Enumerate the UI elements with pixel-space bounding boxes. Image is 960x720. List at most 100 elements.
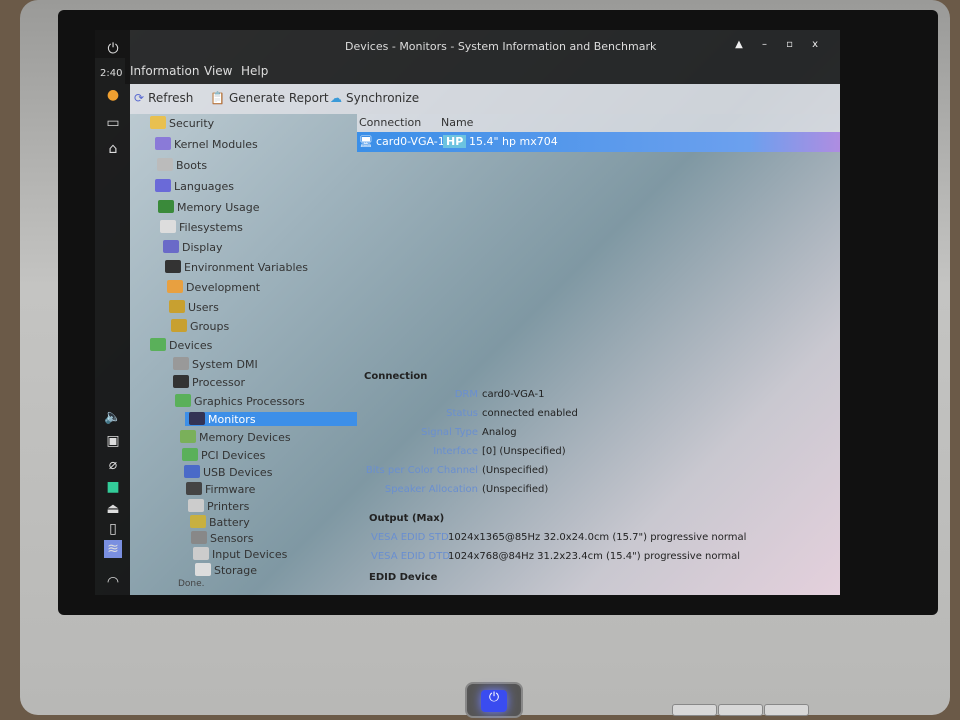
refresh-label: Refresh: [148, 91, 194, 105]
power-button[interactable]: ⏻: [465, 682, 523, 718]
sidebar-item-battery[interactable]: Battery: [190, 515, 250, 529]
sidebar-item-boots[interactable]: Boots: [157, 158, 207, 172]
hw-button-1[interactable]: [672, 704, 717, 716]
sidebar-item-label: PCI Devices: [201, 449, 266, 462]
sidebar-tree: Security Kernel Modules Boots Languages Memo…: [130, 114, 357, 584]
detail-value: (Unspecified): [482, 465, 549, 476]
graphics-processors-icon: [175, 394, 191, 407]
synchronize-button[interactable]: ☁ Synchronize: [330, 91, 419, 105]
sidebar-item-firmware[interactable]: Firmware: [186, 482, 255, 496]
sidebar-item-label: Input Devices: [212, 548, 288, 561]
title-bar: Devices - Monitors - System Information …: [95, 30, 840, 58]
speedometer-icon[interactable]: ◠: [104, 573, 122, 591]
menu-bar: Information View Help: [125, 58, 840, 84]
sidebar-item-filesystems[interactable]: Filesystems: [160, 220, 243, 234]
sidebar-item-kernel-modules[interactable]: Kernel Modules: [155, 137, 258, 151]
sidebar-item-system-dmi[interactable]: System DMI: [173, 357, 258, 371]
status-bar: Done.: [178, 579, 205, 589]
sidebar-item-pci-devices[interactable]: PCI Devices: [182, 448, 265, 462]
sidebar-item-printers[interactable]: Printers: [188, 499, 249, 513]
sidebar-item-label: Security: [169, 117, 215, 130]
sidebar-item-label: Firmware: [205, 483, 256, 496]
clock: 2:40: [100, 68, 123, 79]
output-value: 1024x1365@85Hz 32.0x24.0cm (15.7") progr…: [448, 532, 747, 543]
sidebar-item-label: Users: [188, 301, 219, 314]
menu-information[interactable]: Information: [130, 64, 199, 78]
list-header: Connection Name: [357, 114, 840, 132]
detail-key: Status: [446, 408, 478, 419]
detail-value: [0] (Unspecified): [482, 446, 566, 457]
sidebar-item-label: System DMI: [192, 358, 258, 371]
sysinfo-icon[interactable]: ⌂: [104, 140, 122, 158]
clipboard-icon: 📋: [210, 91, 225, 105]
column-connection[interactable]: Connection: [359, 116, 421, 129]
row-name: 15.4" hp mx704: [469, 135, 558, 148]
monitor-list: Connection Name 🖥 card0-VGA-1 HP 15.4" h…: [357, 114, 840, 364]
package-icon[interactable]: ■: [104, 478, 122, 496]
window-controls[interactable]: ▲ – ▫ x: [735, 39, 826, 50]
sidebar-item-monitors[interactable]: Monitors: [185, 412, 357, 426]
detail-key: Speaker Allocation: [384, 484, 478, 495]
sidebar-item-label: Sensors: [210, 532, 254, 545]
sidebar-item-development[interactable]: Development: [167, 280, 260, 294]
eject-icon[interactable]: ⏏: [104, 500, 122, 518]
sidebar-item-security[interactable]: Security: [150, 116, 214, 130]
hw-button-3[interactable]: [764, 704, 809, 716]
files-icon[interactable]: ▭: [104, 114, 122, 132]
security-icon: [150, 116, 166, 129]
environment-variables-icon: [165, 260, 181, 273]
input-devices-icon: [193, 547, 209, 560]
sensors-icon: [191, 531, 207, 544]
sidebar-item-memory-usage[interactable]: Memory Usage: [158, 200, 260, 214]
sidebar-item-label: Boots: [176, 159, 208, 172]
sidebar-item-label: Processor: [192, 376, 245, 389]
section-connection: Connection: [364, 371, 428, 382]
kernel-modules-icon: [155, 137, 171, 150]
devices-icon: [150, 338, 166, 351]
sidebar-item-languages[interactable]: Languages: [155, 179, 234, 193]
storage-icon: [195, 563, 211, 576]
network-icon[interactable]: ≋: [104, 540, 122, 558]
row-connection: card0-VGA-1: [376, 135, 445, 148]
sidebar-item-sensors[interactable]: Sensors: [191, 531, 253, 545]
display-icon[interactable]: ▣: [104, 432, 122, 450]
clip-icon[interactable]: ⌀: [104, 456, 122, 474]
generate-report-button[interactable]: 📋 Generate Report: [210, 91, 329, 105]
boots-icon: [157, 158, 173, 171]
detail-key: Signal Type: [421, 427, 478, 438]
hw-button-2[interactable]: [718, 704, 763, 716]
sidebar-item-environment-variables[interactable]: Environment Variables: [165, 260, 308, 274]
logout-icon[interactable]: ⏻: [104, 40, 122, 58]
system-dmi-icon: [173, 357, 189, 370]
sidebar-item-label: Display: [182, 241, 223, 254]
battery-icon[interactable]: ▯: [104, 520, 122, 538]
sidebar-item-devices[interactable]: Devices: [150, 338, 212, 352]
output-value: 1024x768@84Hz 31.2x23.4cm (15.4") progre…: [448, 551, 741, 562]
sidebar-item-groups[interactable]: Groups: [171, 319, 229, 333]
display-icon: [163, 240, 179, 253]
sidebar-item-input-devices[interactable]: Input Devices: [193, 547, 287, 561]
refresh-icon: ⟳: [134, 91, 145, 105]
sidebar-item-label: Environment Variables: [184, 261, 309, 274]
sidebar-item-storage[interactable]: Storage: [195, 563, 257, 577]
refresh-button[interactable]: ⟳ Refresh: [134, 91, 193, 105]
monitors-icon: [189, 412, 205, 425]
sidebar-item-processor[interactable]: Processor: [173, 375, 245, 389]
dock-panel: ⏻ 2:40 ● ▭ ⌂ 🔈 ▣ ⌀ ■ ⏏ ▯ ≋ ◠: [95, 30, 130, 595]
sidebar-item-memory-devices[interactable]: Memory Devices: [180, 430, 291, 444]
sidebar-item-label: Graphics Processors: [194, 395, 305, 408]
firefox-icon[interactable]: ●: [104, 86, 122, 104]
sidebar-item-users[interactable]: Users: [169, 300, 219, 314]
printers-icon: [188, 499, 204, 512]
detail-key: Interface: [433, 446, 478, 457]
column-name[interactable]: Name: [441, 116, 473, 129]
menu-view[interactable]: View: [204, 64, 232, 78]
volume-icon[interactable]: 🔈: [104, 408, 122, 426]
section-output: Output (Max): [369, 513, 445, 524]
sidebar-item-display[interactable]: Display: [163, 240, 223, 254]
detail-key: DRM: [454, 389, 478, 400]
menu-help[interactable]: Help: [241, 64, 268, 78]
table-row[interactable]: 🖥 card0-VGA-1 HP 15.4" hp mx704: [357, 132, 840, 152]
sidebar-item-graphics-processors[interactable]: Graphics Processors: [175, 394, 305, 408]
sidebar-item-usb-devices[interactable]: USB Devices: [184, 465, 272, 479]
